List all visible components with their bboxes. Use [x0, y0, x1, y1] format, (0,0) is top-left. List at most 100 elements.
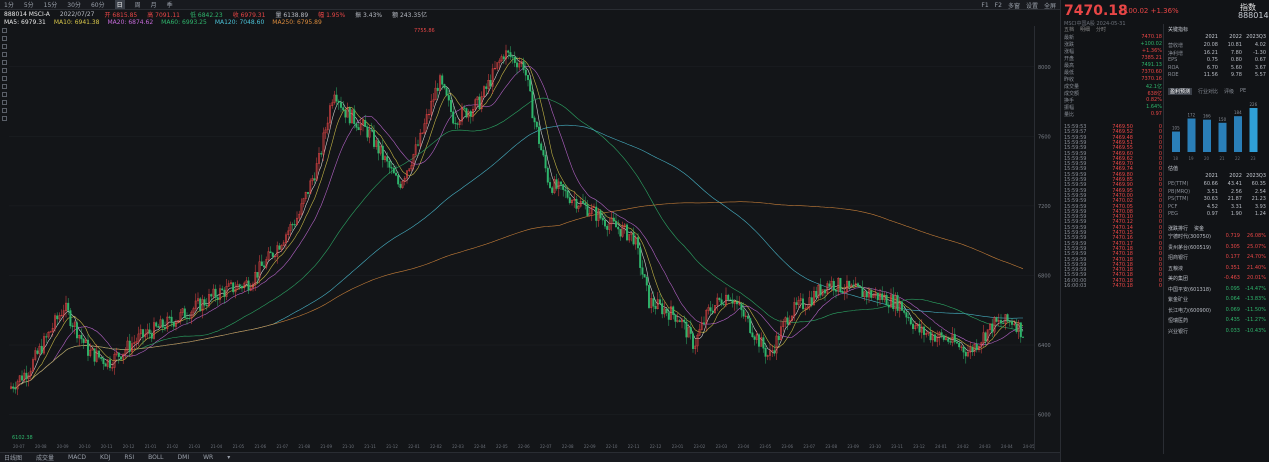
x-tick-label: 22-02 — [430, 444, 442, 449]
period-tab[interactable]: 周 — [135, 0, 141, 9]
bar-tab[interactable]: 行业对比 — [1198, 88, 1218, 95]
period-tab[interactable]: 1分 — [4, 0, 14, 9]
trash-icon[interactable] — [2, 116, 7, 121]
constituent-row[interactable]: 兴业银行 0.033 -10.43% — [1168, 328, 1266, 336]
forecast-bar — [1218, 122, 1227, 152]
constituent-row[interactable]: 五粮液 0.351 21.40% — [1168, 265, 1266, 273]
window-tool[interactable]: 设置 — [1026, 1, 1038, 10]
candle-body — [210, 294, 213, 297]
line-tool-icon[interactable] — [2, 36, 7, 41]
bar-tab[interactable]: 盈利预测 — [1168, 88, 1193, 95]
period-tab[interactable]: 日 — [114, 0, 125, 9]
period-tab[interactable]: 60分 — [91, 0, 105, 9]
candle-body — [940, 332, 943, 336]
candle-body — [117, 352, 120, 357]
bar-tab[interactable]: PE — [1240, 88, 1246, 95]
orderbook-value: 7385.21 — [1141, 55, 1162, 61]
ray-tool-icon[interactable] — [2, 44, 7, 49]
ma5-line — [10, 54, 1024, 389]
candle-body — [20, 375, 23, 381]
constituent-row[interactable]: 美的集团 -0.463 20.01% — [1168, 275, 1266, 283]
candle-body — [832, 280, 835, 291]
x-tick-label: 22-07 — [540, 444, 552, 449]
candle-body — [876, 292, 879, 300]
metric-label: PS(TTM) — [1168, 196, 1189, 202]
candle-body — [75, 322, 78, 339]
constituent-row[interactable]: 宁德时代(300750) 0.719 26.08% — [1168, 233, 1266, 241]
orderbook-row: 昨收 7370.16 — [1064, 76, 1162, 83]
year-label: 2021 — [1205, 173, 1218, 179]
magnet-icon[interactable] — [2, 92, 7, 97]
fib-tool-icon[interactable] — [2, 60, 7, 65]
indicator-tab[interactable]: 日线图 — [4, 453, 22, 462]
indicator-tab[interactable]: 成交量 — [36, 453, 54, 462]
candlestick-chart[interactable]: 7755.86 6102.38 — [9, 26, 1034, 450]
eraser-icon[interactable] — [2, 108, 7, 113]
order-tab[interactable]: 分时 — [1096, 26, 1106, 33]
x-tick-label: 20-08 — [35, 444, 47, 449]
candle-body — [542, 149, 545, 156]
lock-icon[interactable] — [2, 100, 7, 105]
constituent-row[interactable]: 紫金矿业 0.064 -13.83% — [1168, 296, 1266, 304]
channel-tool-icon[interactable] — [2, 52, 7, 57]
period-tab[interactable]: 5分 — [24, 0, 34, 9]
indicator-tab[interactable]: ▾ — [227, 454, 230, 461]
candle-body — [896, 295, 899, 311]
measure-tool-icon[interactable] — [2, 84, 7, 89]
candle-body — [956, 341, 959, 344]
metric-label: EPS — [1168, 57, 1178, 63]
indicator-tab[interactable]: WR — [203, 454, 213, 461]
order-tab[interactable]: 五档 — [1064, 26, 1074, 33]
drawing-toolbar — [0, 28, 9, 158]
orderbook-key: 成交量 — [1064, 84, 1080, 90]
window-tool[interactable]: 多窗 — [1008, 1, 1020, 10]
cursor-icon[interactable] — [2, 28, 7, 33]
period-tab[interactable]: 15分 — [44, 0, 58, 9]
val-row: PB(MRQ) 3.51 2.56 2.54 — [1168, 189, 1266, 196]
window-tool[interactable]: F1 — [981, 2, 988, 9]
text-tool-icon[interactable] — [2, 68, 7, 73]
constituent-tab[interactable]: 资金 — [1194, 225, 1204, 232]
indicator-tab[interactable]: KDJ — [100, 454, 110, 461]
candle-body — [566, 190, 569, 198]
constituent-change: 20.01% — [1246, 275, 1266, 281]
orderbook-key: 最高 — [1064, 63, 1075, 69]
candle-body — [639, 247, 642, 268]
metric-value: 4.02 — [1254, 42, 1266, 48]
constituent-change: -13.83% — [1245, 296, 1266, 302]
constituent-row[interactable]: 中国平安(601318) 0.095 -14.47% — [1168, 286, 1266, 294]
metric-label: PB(MRQ) — [1168, 188, 1191, 195]
candle-body — [584, 202, 587, 205]
blank — [1168, 173, 1194, 180]
candle-body — [148, 329, 151, 334]
candle-body — [1011, 321, 1014, 325]
bar-tab[interactable]: 评级 — [1224, 88, 1234, 95]
period-tab[interactable]: 30分 — [67, 0, 81, 9]
indicator-tab[interactable]: BOLL — [148, 454, 163, 461]
period-tab[interactable]: 月 — [151, 0, 157, 9]
window-tool[interactable]: 全屏 — [1044, 1, 1056, 10]
indicator-tab[interactable]: RSI — [124, 454, 134, 461]
metric-value: 60.35 — [1251, 181, 1266, 187]
order-tab[interactable]: 明细 — [1080, 26, 1090, 33]
metric-value: 0.80 — [1230, 57, 1242, 63]
x-tick-label: 22-08 — [562, 444, 574, 449]
candle-body — [865, 291, 868, 298]
candle-body — [606, 225, 609, 230]
tick-volume: 0 — [1158, 283, 1162, 289]
indicator-tab[interactable]: DMI — [178, 454, 190, 461]
x-tick-label: 24-04 — [1001, 444, 1013, 449]
constituent-row[interactable]: 贵州茅台(600519) 0.305 25.07% — [1168, 244, 1266, 252]
constituent-row[interactable]: 长江电力(600900) 0.069 -11.50% — [1168, 307, 1266, 315]
indicator-tab[interactable]: MACD — [68, 454, 86, 461]
candle-body — [918, 323, 921, 333]
constituent-row[interactable]: 恒瑞医药 0.435 -11.27% — [1168, 317, 1266, 325]
rect-tool-icon[interactable] — [2, 76, 7, 81]
window-tool[interactable]: F2 — [995, 2, 1002, 9]
constituent-tab[interactable]: 涨跌排行 — [1168, 225, 1188, 232]
x-tick-label: 22-10 — [606, 444, 618, 449]
y-tick-label: 7200 — [1038, 204, 1051, 210]
period-tab[interactable]: 季 — [167, 0, 173, 9]
candle-body — [161, 319, 164, 328]
constituent-row[interactable]: 招商银行 0.177 24.70% — [1168, 254, 1266, 262]
